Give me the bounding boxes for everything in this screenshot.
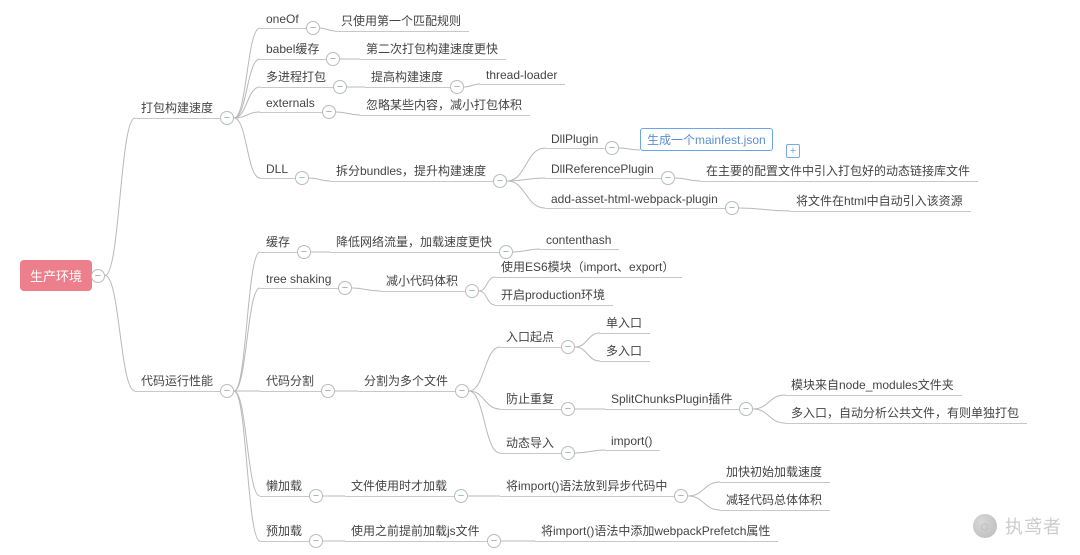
method-lazy: 将import()语法放到异步代码中 [500,475,675,497]
node-babel-cache[interactable]: babel缓存 [260,38,327,60]
node-dup[interactable]: 防止重复 [500,388,562,410]
collapse-icon[interactable]: − [297,245,311,259]
collapse-icon[interactable]: − [338,281,352,295]
collapse-icon[interactable]: − [321,384,335,398]
collapse-icon[interactable]: − [309,489,323,503]
watermark: ◌ 执鸢者 [973,513,1062,539]
node-lazy[interactable]: 懒加载 [260,475,310,497]
collapse-icon[interactable]: − [306,21,320,35]
desc-preload: 使用之前提前加载js文件 [345,520,488,542]
node-oneof[interactable]: oneOf [260,10,307,29]
node-externals[interactable]: externals [260,94,323,113]
desc-add-asset-plugin: 将文件在html中自动引入该资源 [790,190,971,212]
collapse-icon[interactable]: − [326,52,340,66]
node-runtime-perf[interactable]: 代码运行性能 [135,370,221,392]
node-tree-shaking[interactable]: tree shaking [260,270,339,289]
collapse-icon[interactable]: − [220,111,234,125]
node-entry[interactable]: 入口起点 [500,326,562,348]
collapse-icon[interactable]: − [295,171,309,185]
collapse-icon[interactable]: − [493,174,507,188]
desc-oneof: 只使用第一个匹配规则 [335,10,469,32]
val-lazy-faster: 加快初始加载速度 [720,461,830,483]
val-es6-modules: 使用ES6模块（import、export） [495,256,682,278]
collapse-icon[interactable]: − [674,489,688,503]
node-build-speed[interactable]: 打包构建速度 [135,97,221,119]
node-dynamic-import[interactable]: 动态导入 [500,432,562,454]
node-dllplugin[interactable]: DllPlugin [545,130,606,149]
expand-icon[interactable]: + [786,144,800,158]
wechat-icon: ◌ [973,514,997,538]
val-splitchunks: SplitChunksPlugin插件 [605,388,740,410]
val-node-modules: 模块来自node_modules文件夹 [785,374,962,396]
collapse-icon[interactable]: − [465,284,479,298]
desc-babel-cache: 第二次打包构建速度更快 [360,38,506,60]
node-code-split[interactable]: 代码分割 [260,370,322,392]
watermark-text: 执鸢者 [1005,513,1062,539]
val-multi-entry: 多入口 [600,340,650,362]
root-node[interactable]: 生产环境 [20,260,92,291]
val-multi-entry-analyze: 多入口，自动分析公共文件，有则单独打包 [785,402,1027,424]
collapse-icon[interactable]: − [450,80,464,94]
desc-multi-process: 提高构建速度 [365,66,451,88]
collapse-icon[interactable]: − [322,105,336,119]
val-lazy-smaller: 减轻代码总体体积 [720,489,830,511]
val-production-env: 开启production环境 [495,284,613,306]
collapse-icon[interactable]: − [561,446,575,460]
desc-cache: 降低网络流量，加载速度更快 [330,231,500,253]
collapse-icon[interactable]: − [333,80,347,94]
val-contenthash: contenthash [540,231,619,250]
node-dllreference[interactable]: DllReferencePlugin [545,160,662,179]
desc-dllreference: 在主要的配置文件中引入打包好的动态链接库文件 [700,160,978,182]
node-multi-process[interactable]: 多进程打包 [260,66,334,88]
desc-tree-shaking: 减小代码体积 [380,270,466,292]
desc-dllplugin-box[interactable]: 生成一个mainfest.json [640,128,773,151]
collapse-icon[interactable]: − [454,489,468,503]
collapse-icon[interactable]: − [487,534,501,548]
node-preload[interactable]: 预加载 [260,520,310,542]
collapse-icon[interactable]: − [91,269,105,283]
collapse-icon[interactable]: − [561,340,575,354]
node-cache[interactable]: 缓存 [260,231,298,253]
val-single-entry: 单入口 [600,312,650,334]
collapse-icon[interactable]: − [561,402,575,416]
collapse-icon[interactable]: − [220,384,234,398]
collapse-icon[interactable]: − [661,171,675,185]
collapse-icon[interactable]: − [455,384,469,398]
collapse-icon[interactable]: − [499,245,513,259]
desc-lazy: 文件使用时才加载 [345,475,455,497]
collapse-icon[interactable]: − [309,534,323,548]
collapse-icon[interactable]: − [725,201,739,215]
desc-externals: 忽略某些内容，减小打包体积 [360,94,530,116]
collapse-icon[interactable]: − [605,141,619,155]
node-add-asset-plugin[interactable]: add-asset-html-webpack-plugin [545,190,726,209]
collapse-icon[interactable]: − [739,402,753,416]
desc-dll: 拆分bundles，提升构建速度 [330,160,494,182]
method-preload: 将import()语法中添加webpackPrefetch属性 [535,520,778,542]
desc-code-split: 分割为多个文件 [358,370,456,392]
val-thread-loader: thread-loader [480,66,565,85]
node-dll[interactable]: DLL [260,160,296,179]
val-import-fn: import() [605,432,660,451]
